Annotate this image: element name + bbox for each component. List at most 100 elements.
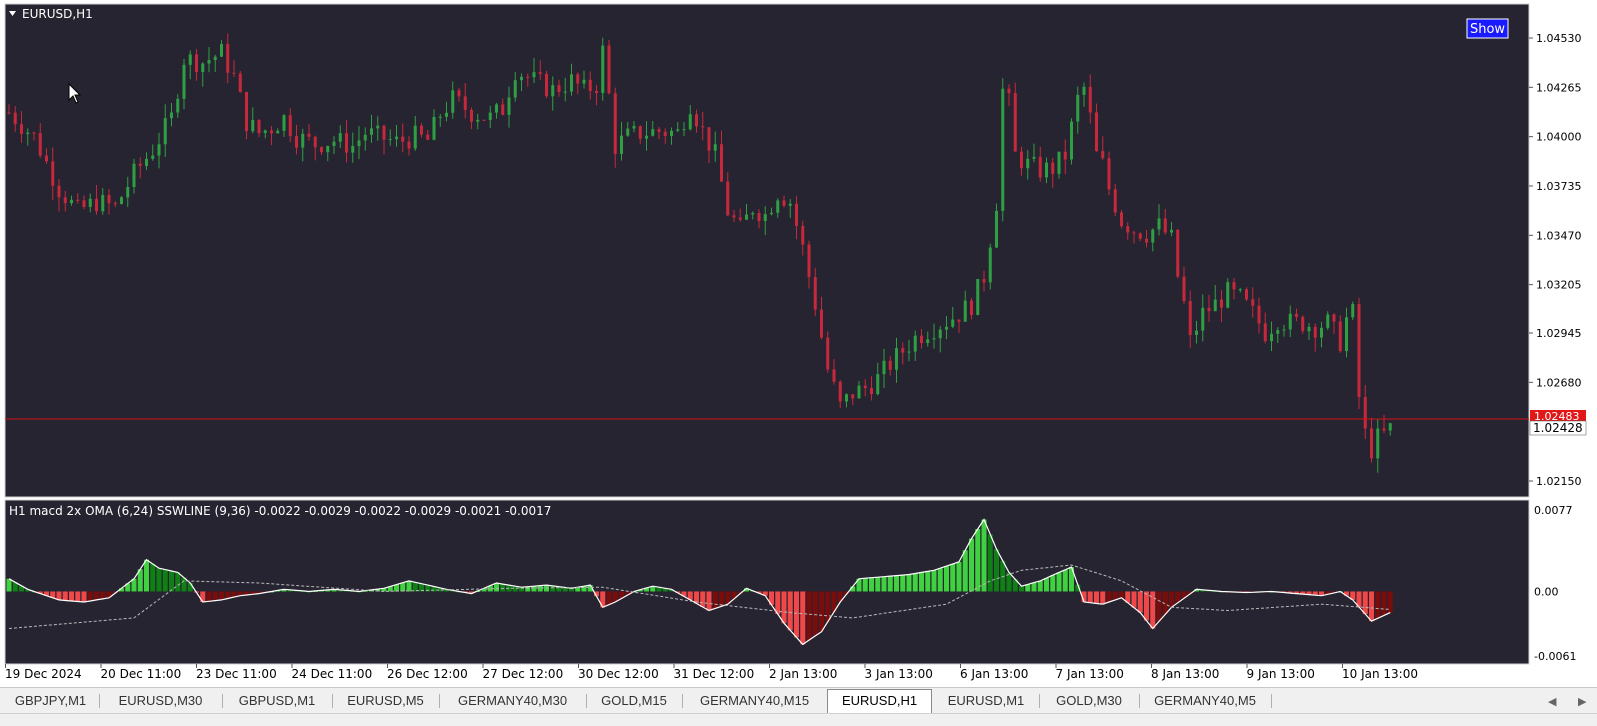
histogram-bar xyxy=(1050,575,1056,592)
histogram-bar xyxy=(1000,560,1006,592)
histogram-bar xyxy=(1131,591,1137,608)
histogram-bar xyxy=(869,577,874,592)
histogram-bar xyxy=(700,591,706,607)
candle xyxy=(545,70,548,99)
candle xyxy=(1357,297,1361,409)
tab-separator xyxy=(1271,694,1272,708)
histogram-bar xyxy=(1375,591,1381,619)
chart-window[interactable]: 1.04530 1.04265 1.04000 1.03735 1.03470 1.032… xyxy=(0,0,1597,687)
price-tick-label: 1.04530 xyxy=(1536,32,1582,45)
histogram-bar xyxy=(706,591,712,611)
histogram-bar xyxy=(1062,569,1068,592)
histogram-bar xyxy=(400,582,406,592)
histogram-bar xyxy=(206,591,212,602)
histogram-bar xyxy=(1119,591,1124,598)
histogram-bar xyxy=(1087,591,1093,603)
histogram-bar xyxy=(200,591,206,603)
histogram-bar xyxy=(825,591,831,622)
chart-tab[interactable]: GBPJPY,M1 xyxy=(2,691,99,711)
histogram-bar xyxy=(225,591,231,599)
histogram-bar xyxy=(969,538,974,592)
chart-tab[interactable]: GERMANY40,M30 xyxy=(439,691,586,711)
histogram-bar xyxy=(819,591,824,632)
price-tick-label: 1.03205 xyxy=(1536,279,1582,292)
histogram-bar xyxy=(1037,580,1043,592)
candle xyxy=(1001,78,1005,222)
time-tick-label: 27 Dec 12:00 xyxy=(483,667,564,681)
indicator-tick-label: -0.0061 xyxy=(1534,650,1576,663)
candle xyxy=(1070,118,1073,165)
candle xyxy=(1301,315,1305,334)
price-panel[interactable] xyxy=(4,3,1530,498)
histogram-bar xyxy=(1100,591,1106,605)
chart-tab[interactable]: EURUSD,H1 xyxy=(827,689,932,713)
histogram-bar xyxy=(1056,572,1062,592)
histogram-bar xyxy=(894,575,899,592)
histogram-bar xyxy=(944,566,949,592)
histogram-bar xyxy=(912,573,918,592)
histogram-bar xyxy=(406,580,412,592)
histogram-bar xyxy=(1019,586,1024,592)
histogram-bar xyxy=(1362,591,1368,615)
histogram-bar xyxy=(994,549,999,592)
histogram-bar xyxy=(719,591,724,607)
histogram-bar xyxy=(806,591,812,641)
histogram-bar xyxy=(1169,591,1174,608)
histogram-bar xyxy=(156,568,162,592)
candle xyxy=(1351,301,1355,321)
time-tick-label: 9 Jan 13:00 xyxy=(1247,667,1315,681)
chart-tab[interactable]: GOLD,M30 xyxy=(1039,691,1139,711)
chart-tab[interactable]: GBPUSD,M1 xyxy=(222,691,332,711)
chart-tab-bar: GBPJPY,M1 EURUSD,M30 GBPUSD,M1 EURUSD,M5 GER… xyxy=(0,687,1597,714)
histogram-bar xyxy=(1106,591,1112,603)
price-tick-label: 1.04265 xyxy=(1536,81,1582,94)
candle xyxy=(607,39,611,95)
histogram-bar xyxy=(81,591,87,603)
histogram-bar xyxy=(862,578,868,592)
candle xyxy=(1176,228,1180,279)
histogram-bar xyxy=(925,571,931,592)
candle xyxy=(976,278,980,316)
histogram-bar xyxy=(550,585,556,592)
time-tick-label: 24 Dec 11:00 xyxy=(292,667,373,681)
candle xyxy=(1245,287,1248,302)
histogram-bar xyxy=(981,519,987,592)
indicator-label: H1 macd 2x OMA (6,24) SSWLINE (9,36) -0.… xyxy=(9,504,551,518)
histogram-bar xyxy=(987,534,993,592)
time-tick-label: 2 Jan 13:00 xyxy=(769,667,837,681)
chart-tab[interactable]: GERMANY40,M5 xyxy=(1139,691,1271,711)
histogram-bar xyxy=(75,591,81,602)
price-tick-label: 1.04000 xyxy=(1536,131,1582,144)
chart-tab[interactable]: GOLD,M15 xyxy=(586,691,682,711)
histogram-bar xyxy=(175,572,181,592)
histogram-bar xyxy=(781,591,787,624)
indicator-tick-label: 0.0077 xyxy=(1534,504,1573,517)
histogram-bar xyxy=(1031,582,1037,592)
time-tick-label: 30 Dec 12:00 xyxy=(578,667,659,681)
chart-tab[interactable]: EURUSD,M30 xyxy=(99,691,222,711)
time-tick-label: 8 Jan 13:00 xyxy=(1151,667,1219,681)
histogram-bar xyxy=(62,591,68,601)
chart-tab[interactable]: EURUSD,M5 xyxy=(332,691,439,711)
histogram-bar xyxy=(606,591,612,605)
time-axis: 19 Dec 2024 20 Dec 11:00 23 Dec 11:00 24 De… xyxy=(5,664,1418,681)
chart-tab[interactable]: EURUSD,M1 xyxy=(933,691,1039,711)
histogram-bar xyxy=(1156,591,1162,622)
chart-tab[interactable]: GERMANY40,M15 xyxy=(682,691,827,711)
time-tick-label: 19 Dec 2024 xyxy=(5,667,82,681)
scroll-right-icon[interactable]: ▶ xyxy=(1578,695,1586,708)
price-tick-label: 1.02680 xyxy=(1536,376,1582,389)
histogram-bar xyxy=(6,578,12,592)
histogram-bar xyxy=(162,569,168,592)
show-button[interactable]: Show xyxy=(1466,18,1509,39)
histogram-bar xyxy=(975,529,981,592)
histogram-bar xyxy=(144,559,149,592)
time-tick-label: 20 Dec 11:00 xyxy=(101,667,182,681)
time-tick-label: 31 Dec 12:00 xyxy=(674,667,755,681)
histogram-bar xyxy=(169,571,174,592)
candle xyxy=(238,70,242,93)
histogram-bar xyxy=(1144,591,1149,621)
current-price-label: 1.02428 xyxy=(1533,421,1583,435)
scroll-left-icon[interactable]: ◀ xyxy=(1548,695,1556,708)
histogram-bar xyxy=(500,584,506,592)
